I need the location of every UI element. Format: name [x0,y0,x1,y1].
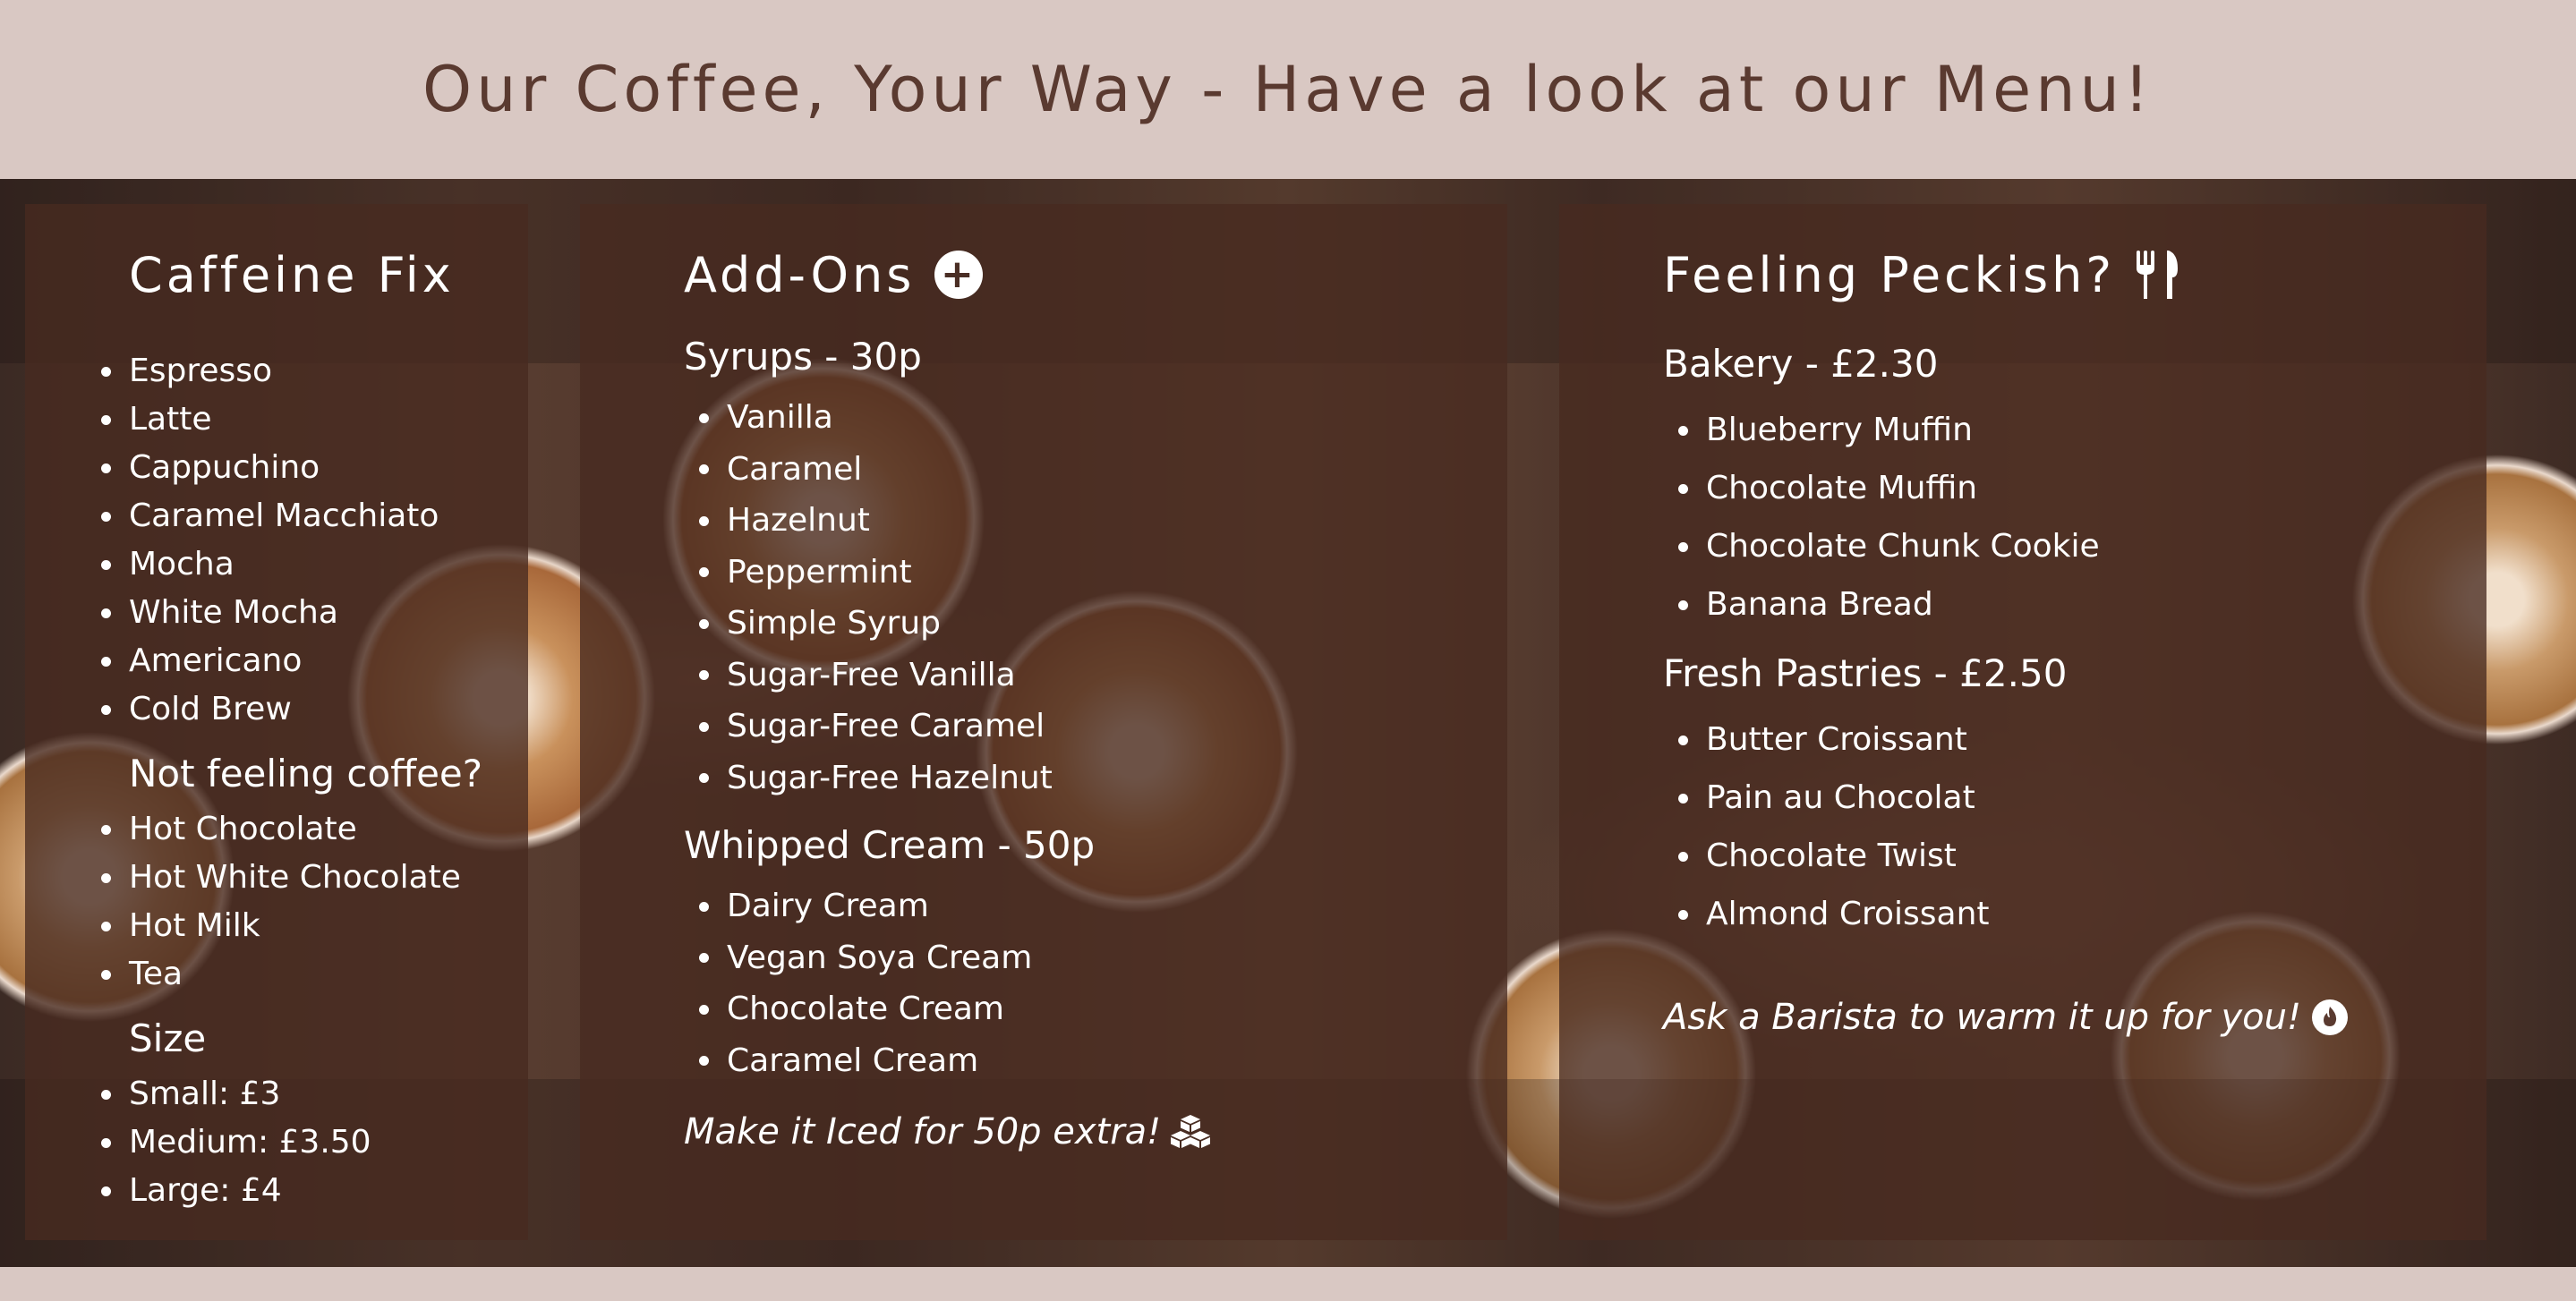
feeling-peckish-card: Feeling Peckish? Bakery - £2.30 Blueberr… [1559,204,2486,1240]
coffee-list: Espresso Latte Cappuchino Caramel Macchi… [101,347,528,734]
warm-note: Ask a Barista to warm it up for you! [1663,990,2486,1045]
list-item: Banana Bread [1678,575,2486,633]
list-item: White Mocha [101,589,528,637]
feeling-peckish-title: Feeling Peckish? [1663,243,2486,306]
caffeine-fix-card: Caffeine Fix Espresso Latte Cappuchino C… [25,204,528,1240]
list-item: Espresso [101,347,528,395]
list-item: Chocolate Chunk Cookie [1678,517,2486,575]
caffeine-fix-title-text: Caffeine Fix [129,246,455,303]
list-item: Mocha [101,540,528,589]
not-feeling-coffee-heading: Not feeling coffee? [129,752,483,795]
list-item: Vanilla [699,392,1507,444]
list-item: Simple Syrup [699,598,1507,650]
feeling-peckish-title-text: Feeling Peckish? [1663,246,2116,303]
list-item: Sugar-Free Caramel [699,701,1507,753]
list-item: Tea [101,950,528,999]
list-item: Cold Brew [101,685,528,734]
list-item: Peppermint [699,547,1507,599]
bakery-list: Blueberry Muffin Chocolate Muffin Chocol… [1663,401,2486,633]
iced-note: Make it Iced for 50p extra! [684,1104,1507,1160]
list-item: Caramel [699,444,1507,496]
syrups-list: Vanilla Caramel Hazelnut Peppermint Simp… [684,392,1507,804]
list-item: Butter Croissant [1678,710,2486,769]
list-item: Chocolate Muffin [1678,459,2486,517]
list-item: Small: £3 [101,1070,528,1118]
footer-strip [0,1267,2576,1301]
list-item: Hot Chocolate [101,805,528,854]
list-item: Sugar-Free Vanilla [699,650,1507,702]
whipped-cream-heading: Whipped Cream - 50p [684,823,1096,867]
list-item: Blueberry Muffin [1678,401,2486,459]
add-ons-title: Add-Ons + [684,243,1507,306]
bakery-heading: Bakery - £2.30 [1663,342,1939,386]
fire-icon [2310,998,2350,1037]
list-item: Chocolate Twist [1678,827,2486,885]
add-ons-card: Add-Ons + Syrups - 30p Vanilla Caramel H… [580,204,1507,1240]
list-item: Latte [101,395,528,444]
cream-list: Dairy Cream Vegan Soya Cream Chocolate C… [684,880,1507,1086]
page-title: Our Coffee, Your Way - Have a look at ou… [422,53,2154,126]
page-header: Our Coffee, Your Way - Have a look at ou… [0,0,2576,179]
list-item: Almond Croissant [1678,885,2486,943]
iced-note-text: Make it Iced for 50p extra! [684,1111,1162,1152]
list-item: Hot White Chocolate [101,854,528,902]
list-item: Caramel Macchiato [101,492,528,540]
list-item: Cappuchino [101,444,528,492]
add-ons-title-text: Add-Ons [684,246,916,303]
list-item: Pain au Chocolat [1678,769,2486,827]
list-item: Hazelnut [699,495,1507,547]
list-item: Medium: £3.50 [101,1118,528,1167]
fresh-pastries-heading: Fresh Pastries - £2.50 [1663,651,2068,695]
list-item: Chocolate Cream [699,983,1507,1035]
list-item: Large: £4 [101,1167,528,1215]
non-coffee-list: Hot Chocolate Hot White Chocolate Hot Mi… [101,805,528,999]
size-list: Small: £3 Medium: £3.50 Large: £4 [101,1070,528,1215]
size-heading: Size [129,1016,207,1060]
plus-circle-icon: + [934,251,984,299]
list-item: Caramel Cream [699,1035,1507,1087]
list-item: Americano [101,637,528,685]
warm-note-text: Ask a Barista to warm it up for you! [1663,997,2302,1038]
ice-cubes-icon [1170,1114,1211,1150]
caffeine-fix-title: Caffeine Fix [129,243,528,306]
list-item: Vegan Soya Cream [699,932,1507,984]
list-item: Hot Milk [101,902,528,950]
list-item: Dairy Cream [699,880,1507,932]
syrups-heading: Syrups - 30p [684,335,922,378]
list-item: Sugar-Free Hazelnut [699,753,1507,804]
pastries-list: Butter Croissant Pain au Chocolat Chocol… [1663,710,2486,943]
fork-knife-icon [2135,249,2179,301]
